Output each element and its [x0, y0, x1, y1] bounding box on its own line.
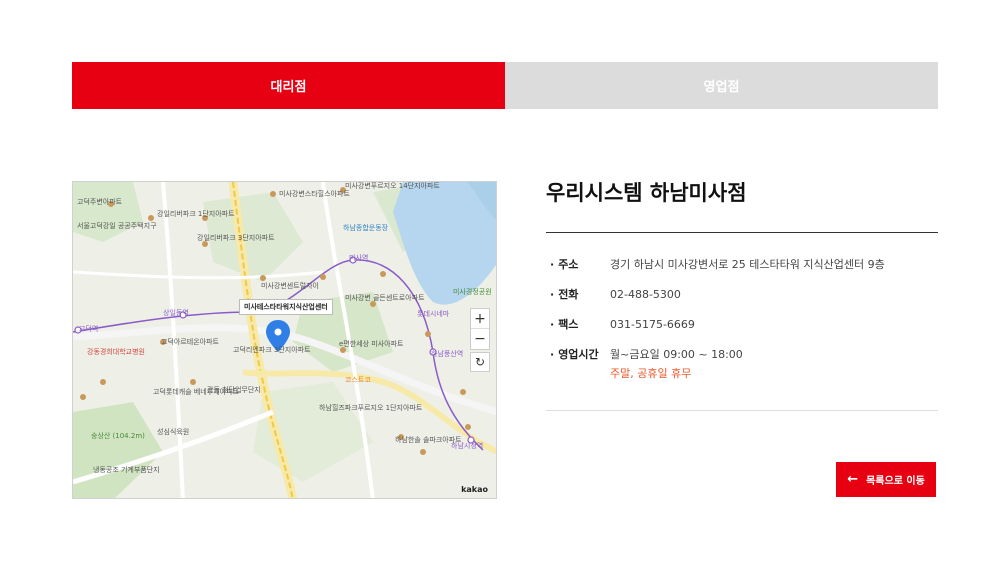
detail-key: 영업시간: [546, 345, 610, 383]
back-to-list-label: 목록으로 이동: [866, 476, 925, 487]
arrow-left-icon: ←: [847, 472, 859, 487]
detail-value: 02-488-5300: [610, 288, 681, 301]
map-label: 강동경희대학교병원: [87, 348, 145, 356]
map-label: 코스트코: [345, 376, 371, 384]
map-label: 하남힐즈파크푸르지오 1단지아파트: [319, 404, 423, 412]
map-label: 하남종합운동장: [343, 224, 389, 232]
map-label: 미사강변센트럴자이: [261, 282, 319, 290]
map-label: 하남한솔 솔파크아파트: [395, 436, 462, 444]
store-details: 주소 경기 하남시 미사강변서로 25 테스타타워 지식산업센터 9층 전화 0…: [546, 233, 938, 411]
detail-key: 전화: [546, 285, 610, 304]
detail-row-fax: 팩스 031-5175-6669: [546, 315, 938, 334]
store-type-tabs: 대리점 영업점: [72, 62, 938, 109]
map-label: 미사경정공원: [453, 288, 492, 296]
map-label: 미사강변 골든센트로아파트: [345, 294, 425, 302]
map-label: 상일동역: [163, 309, 189, 317]
map-label: 강일리버파크 3단지아파트: [197, 234, 275, 242]
detail-row-address: 주소 경기 하남시 미사강변서로 25 테스타타워 지식산업센터 9층: [546, 255, 938, 274]
map-view[interactable]: 고덕주변아파트 서울고덕강일 공공주택지구 강일리버파크 1단지아파트 강일리버…: [72, 181, 497, 499]
zoom-out-button[interactable]: −: [471, 329, 489, 349]
map-label: 강동 첨단업무단지: [207, 386, 261, 394]
kakao-logo: kakao: [461, 485, 488, 494]
marker-label: 미사테스타타워지식산업센터: [239, 299, 333, 315]
holiday-note: 주말, 공휴일 휴무: [610, 367, 692, 380]
map-label: 냉동공조 기계부품단지: [93, 466, 160, 474]
map-label: 성심식육원: [157, 428, 190, 436]
map-label: 고덕역: [79, 325, 99, 333]
map-label: 롯데시네마: [417, 310, 450, 318]
detail-value: 031-5175-6669: [610, 318, 695, 331]
detail-key: 주소: [546, 255, 610, 274]
map-label: 고덕아르테온아파트: [161, 338, 219, 346]
map-label: 숭상산 (104.2m): [91, 432, 145, 440]
map-label: 미사역: [349, 254, 369, 262]
detail-row-hours: 영업시간 월~금요일 09:00 ~ 18:00 주말, 공휴일 휴무: [546, 345, 938, 383]
map-label: 서울고덕강일 공공주택지구: [77, 222, 157, 230]
tab-dealer[interactable]: 대리점: [72, 62, 505, 109]
detail-row-phone: 전화 02-488-5300: [546, 285, 938, 304]
store-info: 우리시스템 하남미사점 주소 경기 하남시 미사강변서로 25 테스타타워 지식…: [546, 176, 938, 411]
detail-value: 경기 하남시 미사강변서로 25 테스타타워 지식산업센터 9층: [610, 258, 885, 271]
detail-value-hours: 월~금요일 09:00 ~ 18:00 주말, 공휴일 휴무: [610, 345, 743, 383]
store-title: 우리시스템 하남미사점: [546, 176, 938, 233]
map-label: 미사강변푸르지오 14단지아파트: [345, 182, 440, 190]
tab-sales-office[interactable]: 영업점: [505, 62, 938, 109]
map-label: 하남풍산역: [431, 350, 464, 358]
map-label: 강일리버파크 1단지아파트: [157, 210, 235, 218]
map-label: 고덕리엔파크 3단지아파트: [233, 346, 311, 354]
back-to-list-button[interactable]: ← 목록으로 이동: [836, 462, 936, 497]
zoom-control: + −: [470, 308, 490, 350]
map-label: 미사강변스타힐스아파트: [279, 190, 350, 198]
refresh-icon[interactable]: ↻: [470, 352, 490, 372]
map-label: 고덕주변아파트: [77, 198, 123, 206]
map-label: e편한세상 미사아파트: [339, 340, 404, 348]
detail-key: 팩스: [546, 315, 610, 334]
zoom-in-button[interactable]: +: [471, 309, 489, 329]
business-hours: 월~금요일 09:00 ~ 18:00: [610, 348, 743, 361]
